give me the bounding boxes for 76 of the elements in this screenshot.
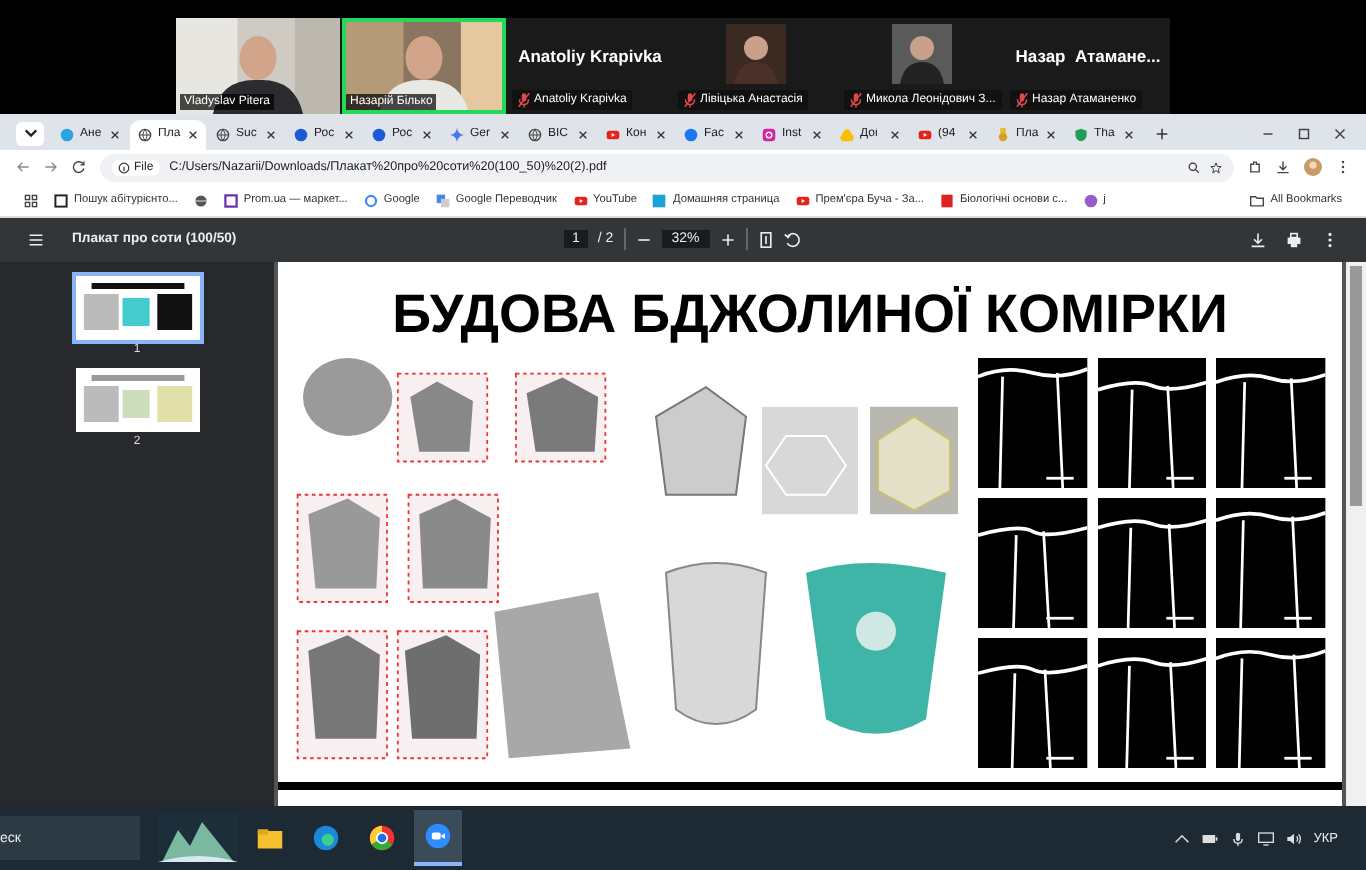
globe-icon xyxy=(138,127,152,142)
maximize-icon[interactable] xyxy=(1298,127,1310,140)
close-icon[interactable] xyxy=(500,129,510,140)
close-icon[interactable] xyxy=(188,129,198,140)
close-icon[interactable] xyxy=(734,129,744,140)
microphone-icon[interactable] xyxy=(1229,831,1246,846)
globe-icon[interactable] xyxy=(193,193,208,208)
close-icon[interactable] xyxy=(890,129,900,140)
globe-icon xyxy=(528,127,542,142)
circle-icon xyxy=(60,127,74,142)
shield-icon xyxy=(1074,127,1088,142)
tab-search-button[interactable] xyxy=(16,121,44,146)
info-icon xyxy=(118,161,130,174)
close-icon[interactable] xyxy=(656,129,666,140)
poster-title: БУДОВА БДЖОЛИНОЇ КОМІРКИ xyxy=(392,281,1228,348)
participant-name: Назар Атамане... xyxy=(1015,45,1161,66)
battery-icon[interactable] xyxy=(1201,831,1218,846)
circle-icon xyxy=(684,127,698,142)
close-icon[interactable] xyxy=(1124,129,1134,140)
more-icon[interactable] xyxy=(1336,160,1350,175)
forward-icon[interactable] xyxy=(44,160,58,175)
menu-icon[interactable] xyxy=(28,231,44,248)
chevron-down-icon xyxy=(23,126,37,141)
square-icon xyxy=(652,193,667,208)
triangle-icon xyxy=(840,127,854,142)
wave-logo-icon xyxy=(312,824,340,853)
ring-icon xyxy=(363,193,378,208)
play-icon xyxy=(795,193,810,208)
more-icon[interactable] xyxy=(1322,231,1338,248)
star-icon[interactable] xyxy=(1210,161,1222,174)
circle-icon xyxy=(294,127,308,142)
play-icon xyxy=(606,127,620,142)
taskbar-app[interactable] xyxy=(414,810,462,867)
monitor-icon[interactable] xyxy=(1257,831,1274,846)
square-icon xyxy=(54,193,68,208)
close-icon[interactable] xyxy=(422,129,432,140)
globe-icon xyxy=(216,127,230,142)
rotate-icon[interactable] xyxy=(783,231,800,248)
translate-icon xyxy=(435,193,450,208)
download-icon[interactable] xyxy=(1276,160,1290,175)
play-icon xyxy=(573,193,587,208)
puzzle-icon[interactable] xyxy=(1248,160,1262,175)
new-tab-button[interactable] xyxy=(1156,127,1168,140)
minimize-icon[interactable] xyxy=(1262,127,1274,140)
camera-icon xyxy=(762,127,776,142)
participant-name: Anatoliy Krapivka xyxy=(518,45,662,66)
close-icon[interactable] xyxy=(1334,127,1346,140)
close-icon[interactable] xyxy=(968,129,978,140)
page-thumbnail[interactable] xyxy=(75,367,199,432)
video-call-icon xyxy=(424,822,452,851)
reload-icon[interactable] xyxy=(72,160,86,175)
fit-page-icon[interactable] xyxy=(757,231,774,248)
medal-icon xyxy=(996,127,1010,142)
chevron-up-icon[interactable] xyxy=(1173,831,1190,846)
browser-logo-icon xyxy=(368,824,396,853)
close-icon[interactable] xyxy=(812,129,822,140)
print-icon[interactable] xyxy=(1286,231,1302,248)
folder-icon xyxy=(1250,193,1265,208)
search-icon[interactable] xyxy=(1188,161,1200,174)
square-icon xyxy=(223,193,238,208)
page-thumbnail[interactable] xyxy=(75,275,199,340)
apps-grid-icon[interactable] xyxy=(24,193,38,208)
play-icon xyxy=(918,127,932,142)
close-icon[interactable] xyxy=(266,129,276,140)
volume-icon[interactable] xyxy=(1285,831,1302,846)
close-icon[interactable] xyxy=(1046,129,1056,140)
back-icon[interactable] xyxy=(16,160,30,175)
zoom-in-icon[interactable] xyxy=(719,231,736,248)
folder-icon xyxy=(256,824,284,853)
close-icon[interactable] xyxy=(110,129,120,140)
document-icon xyxy=(939,193,954,208)
circle-icon xyxy=(1083,193,1098,208)
sparkle-icon xyxy=(450,127,464,142)
circle-icon xyxy=(372,127,386,142)
close-icon[interactable] xyxy=(344,129,354,140)
close-icon[interactable] xyxy=(578,129,588,140)
